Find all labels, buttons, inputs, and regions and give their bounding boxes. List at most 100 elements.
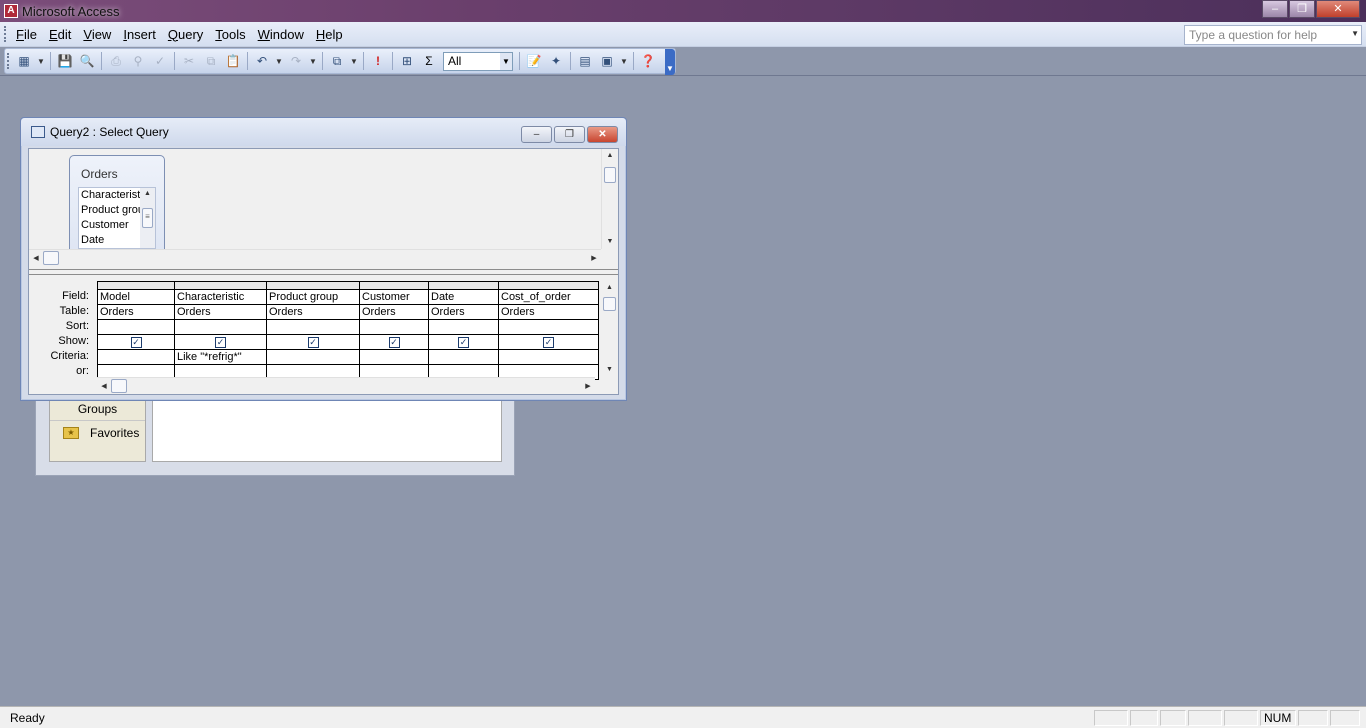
- show-checkbox[interactable]: ✓: [458, 336, 469, 348]
- scroll-right-icon[interactable]: ▶: [587, 250, 601, 267]
- save-icon[interactable]: 💾: [55, 51, 75, 71]
- menu-file[interactable]: File: [10, 27, 43, 42]
- totals-icon[interactable]: Σ: [419, 51, 439, 71]
- undo-icon[interactable]: ↶: [252, 51, 272, 71]
- scroll-up-icon[interactable]: ▲: [601, 281, 618, 295]
- grid-cell-field[interactable]: Characteristic: [174, 289, 267, 305]
- grid-cell-sort[interactable]: [498, 319, 599, 335]
- grid-cell-sort[interactable]: [428, 319, 499, 335]
- scroll-down-icon[interactable]: ▼: [601, 363, 618, 377]
- table-pane[interactable]: Orders Characteristic Product group Cust…: [29, 149, 618, 267]
- print-icon[interactable]: ⎙: [106, 51, 126, 71]
- restore-button[interactable]: ❐: [1289, 0, 1315, 18]
- toolbar-grip[interactable]: [7, 53, 13, 69]
- grid-cell-show[interactable]: ✓: [266, 334, 360, 350]
- scroll-down-icon[interactable]: ▼: [602, 235, 618, 249]
- table-pane-horizontal-scrollbar[interactable]: ◀ ▶: [29, 249, 601, 266]
- chevron-down-icon[interactable]: ▼: [1351, 29, 1359, 38]
- redo-icon[interactable]: ↷: [286, 51, 306, 71]
- scroll-thumb[interactable]: [43, 251, 59, 265]
- grid-cell-show[interactable]: ✓: [498, 334, 599, 350]
- build-icon[interactable]: ✦: [546, 51, 566, 71]
- scroll-thumb[interactable]: [603, 297, 616, 311]
- grid-cell-show[interactable]: ✓: [428, 334, 499, 350]
- scroll-thumb[interactable]: [604, 167, 616, 183]
- grid-cell-field[interactable]: Model: [97, 289, 175, 305]
- top-values-select[interactable]: All ▼: [443, 51, 513, 71]
- help-question-input[interactable]: Type a question for help ▼: [1184, 25, 1362, 45]
- copy-icon[interactable]: ⧉: [201, 51, 221, 71]
- chevron-down-icon[interactable]: ▼: [500, 52, 512, 70]
- grid-vertical-scrollbar[interactable]: ▲ ▼: [601, 281, 618, 377]
- grid-cell-table[interactable]: Orders: [498, 304, 599, 320]
- grid-cell-table[interactable]: Orders: [428, 304, 499, 320]
- database-window-icon[interactable]: ▤: [575, 51, 595, 71]
- query-type-icon[interactable]: ⧉: [327, 51, 347, 71]
- field-list-item[interactable]: Product group: [79, 203, 141, 218]
- scroll-up-icon[interactable]: ▲: [140, 188, 155, 200]
- spelling-icon[interactable]: ✓: [150, 51, 170, 71]
- grid-cell-show[interactable]: ✓: [97, 334, 175, 350]
- field-list-item[interactable]: Date: [79, 233, 141, 248]
- show-table-icon[interactable]: ⊞: [397, 51, 417, 71]
- menu-help[interactable]: Help: [310, 27, 349, 42]
- redo-dropdown-icon[interactable]: ▼: [308, 51, 318, 71]
- grid-cell-field[interactable]: Date: [428, 289, 499, 305]
- help-icon[interactable]: ❓: [638, 51, 658, 71]
- menu-insert[interactable]: Insert: [117, 27, 162, 42]
- menu-edit[interactable]: Edit: [43, 27, 77, 42]
- new-object-dropdown-icon[interactable]: ▼: [619, 51, 629, 71]
- query-restore-button[interactable]: ❐: [554, 126, 585, 143]
- grid-cell-show[interactable]: ✓: [359, 334, 429, 350]
- scroll-up-icon[interactable]: ▲: [602, 149, 618, 163]
- grid-cell-table[interactable]: Orders: [359, 304, 429, 320]
- scroll-left-icon[interactable]: ◀: [97, 378, 111, 395]
- grid-cell-table[interactable]: Orders: [97, 304, 175, 320]
- favorites-item[interactable]: ★ Favorites: [50, 421, 145, 444]
- close-button[interactable]: ✕: [1316, 0, 1360, 18]
- query-minimize-button[interactable]: –: [521, 126, 552, 143]
- grid-cell-sort[interactable]: [97, 319, 175, 335]
- grid-cell-sort[interactable]: [359, 319, 429, 335]
- minimize-button[interactable]: –: [1262, 0, 1288, 18]
- paste-icon[interactable]: 📋: [223, 51, 243, 71]
- field-list[interactable]: Characteristic Product group Customer Da…: [78, 187, 156, 249]
- toolbar-options-icon[interactable]: ▼: [665, 49, 675, 75]
- scroll-thumb[interactable]: ≡: [142, 208, 153, 228]
- query-close-button[interactable]: ✕: [587, 126, 618, 143]
- undo-dropdown-icon[interactable]: ▼: [274, 51, 284, 71]
- show-checkbox[interactable]: ✓: [215, 336, 226, 348]
- scroll-thumb[interactable]: [111, 379, 127, 393]
- grid-cell-criteria[interactable]: [428, 349, 499, 365]
- new-object-icon[interactable]: ▣: [597, 51, 617, 71]
- field-list-item[interactable]: Customer: [79, 218, 141, 233]
- cut-icon[interactable]: ✂: [179, 51, 199, 71]
- scroll-right-icon[interactable]: ▶: [581, 378, 595, 395]
- access-app-icon[interactable]: A: [4, 4, 18, 18]
- show-checkbox[interactable]: ✓: [307, 336, 319, 348]
- menu-view[interactable]: View: [77, 27, 117, 42]
- query-window-titlebar[interactable]: Query2 : Select Query – ❐ ✕: [21, 118, 626, 146]
- grid-cell-criteria[interactable]: [97, 349, 175, 365]
- grid-cell-field[interactable]: Customer: [359, 289, 429, 305]
- grid-cell-criteria[interactable]: [498, 349, 599, 365]
- field-list-orders[interactable]: Orders Characteristic Product group Cust…: [69, 155, 165, 250]
- grid-cell-table[interactable]: Orders: [266, 304, 360, 320]
- field-list-scrollbar[interactable]: ▲ ≡: [140, 188, 155, 248]
- table-pane-vertical-scrollbar[interactable]: ▲ ▼: [601, 149, 618, 249]
- column-selector[interactable]: [174, 281, 267, 290]
- grid-cell-table[interactable]: Orders: [174, 304, 267, 320]
- field-list-item[interactable]: Characteristic: [79, 188, 141, 203]
- grid-cell-criteria[interactable]: [359, 349, 429, 365]
- search-icon[interactable]: 🔍: [77, 51, 97, 71]
- grid-cell-sort[interactable]: [174, 319, 267, 335]
- print-preview-icon[interactable]: ⚲: [128, 51, 148, 71]
- query-type-dropdown-icon[interactable]: ▼: [349, 51, 359, 71]
- column-selector[interactable]: [359, 281, 429, 290]
- menu-query[interactable]: Query: [162, 27, 209, 42]
- show-checkbox[interactable]: ✓: [130, 336, 142, 348]
- scroll-left-icon[interactable]: ◀: [29, 250, 43, 267]
- grid-cell-criteria[interactable]: [266, 349, 360, 365]
- query-icon[interactable]: [31, 126, 45, 138]
- pane-splitter[interactable]: [29, 269, 618, 275]
